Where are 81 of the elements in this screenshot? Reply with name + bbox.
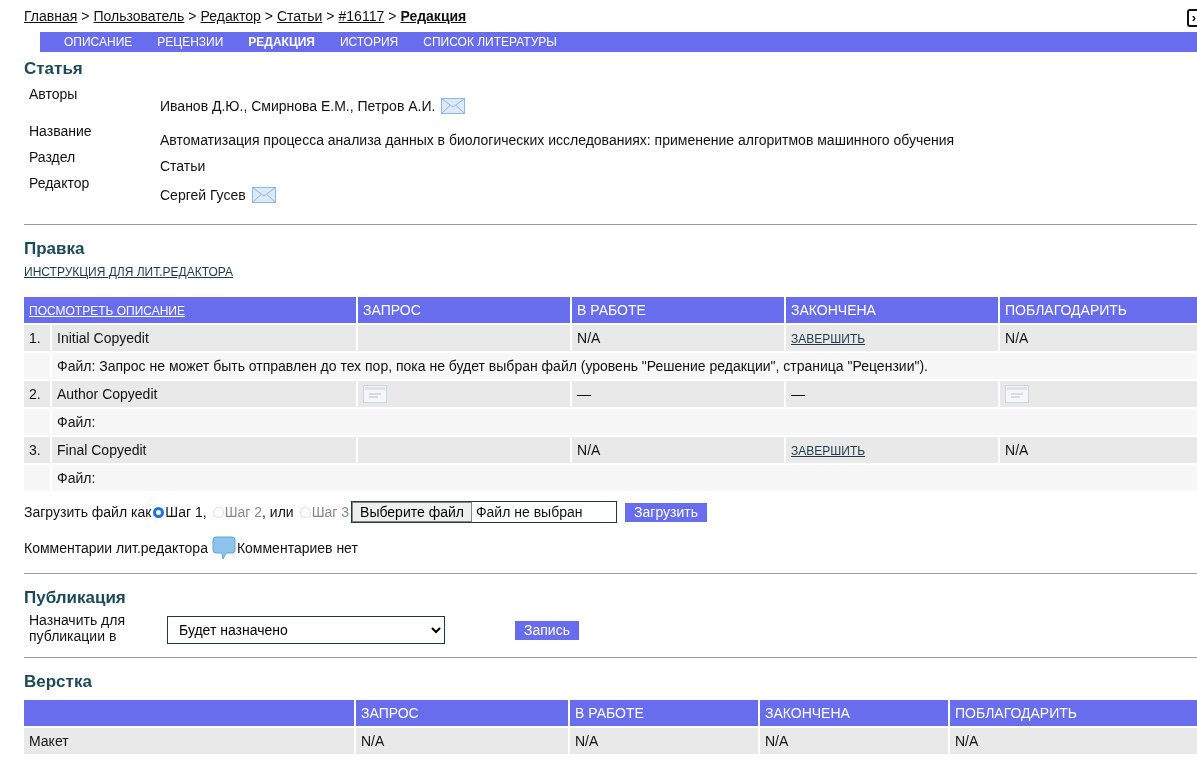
- tab[interactable]: ОПИСАНИЕ: [64, 35, 133, 49]
- option-separator: , или: [262, 504, 294, 520]
- upload-label: Загрузить файл как: [24, 504, 152, 520]
- table-cell: N/A: [577, 442, 601, 458]
- field-value: Сергей Гусев: [160, 187, 246, 203]
- section-heading: Верстка: [24, 672, 93, 692]
- field-label: Редактор: [29, 174, 91, 193]
- upload-button[interactable]: Загрузить: [625, 502, 707, 522]
- table-cell: —: [791, 386, 805, 402]
- row-number: 3.: [24, 437, 50, 463]
- breadcrumb-separator: >: [326, 8, 335, 24]
- column-header: ЗАПРОС: [358, 297, 570, 323]
- row-number: 2.: [24, 381, 50, 407]
- section-heading: Правка: [24, 239, 86, 259]
- column-header: ЗАКОНЧЕНА: [760, 700, 948, 726]
- breadcrumb-separator: >: [388, 8, 397, 24]
- column-header: В РАБОТЕ: [572, 297, 784, 323]
- field-label: Назначить для публикации в: [29, 612, 126, 644]
- save-button[interactable]: Запись: [515, 620, 579, 640]
- breadcrumb-separator: >: [188, 8, 197, 24]
- file-note: Файл: Запрос не может быть отправлен до тех пор, пока не будет выбран файл (уровень "Решение редакции", страница "Рецензии").: [57, 358, 928, 374]
- breadcrumb-link[interactable]: Редакция: [400, 8, 467, 24]
- issue-dropdown[interactable]: Будет назначено: [167, 616, 445, 644]
- complete-link[interactable]: ЗАВЕРШИТЬ: [791, 444, 866, 458]
- tab[interactable]: СПИСОК ЛИТЕРАТУРЫ: [423, 35, 557, 49]
- field-label: Авторы: [29, 85, 79, 104]
- table-cell: Final Copyedit: [52, 437, 356, 463]
- column-header: ПОБЛАГОДАРИТЬ: [1000, 297, 1197, 323]
- breadcrumb-link[interactable]: Главная: [24, 8, 78, 24]
- table-cell: —: [577, 386, 591, 402]
- field-value: Иванов Д.Ю., Смирнова Е.М., Петров А.И.: [160, 98, 436, 114]
- tab[interactable]: РЕЦЕНЗИИ: [157, 35, 224, 49]
- radio-button[interactable]: [153, 506, 165, 518]
- file-status: Файл не выбран: [474, 503, 584, 522]
- table-cell: N/A: [1005, 442, 1029, 458]
- breadcrumb-link[interactable]: Редактор: [200, 8, 261, 24]
- file-note: Файл:: [57, 414, 96, 430]
- field-label: Раздел: [29, 148, 77, 167]
- document-icon[interactable]: [1005, 385, 1029, 403]
- table-cell: Макет: [24, 728, 354, 754]
- radio-label: Шаг 3: [311, 504, 350, 520]
- table-cell: N/A: [577, 330, 601, 346]
- expand-button[interactable]: ›: [1187, 9, 1197, 27]
- option-separator: ,: [202, 504, 207, 520]
- table-cell: N/A: [1005, 330, 1029, 346]
- column-header: В РАБОТЕ: [570, 700, 758, 726]
- tab[interactable]: ИСТОРИЯ: [339, 35, 399, 49]
- instructions-link[interactable]: ИНСТРУКЦИЯ ДЛЯ ЛИТ.РЕДАКТОРА: [24, 265, 1197, 279]
- breadcrumb-separator: >: [264, 8, 273, 24]
- complete-link[interactable]: ЗАВЕРШИТЬ: [791, 332, 866, 346]
- section-heading: Статья: [24, 59, 84, 79]
- table-cell: N/A: [760, 728, 948, 754]
- radio-label: Шаг 1: [165, 504, 203, 520]
- row-number: 1.: [24, 325, 50, 351]
- file-note: Файл:: [57, 470, 96, 486]
- breadcrumb-link[interactable]: Пользователь: [93, 8, 185, 24]
- field-value: Статьи: [160, 158, 206, 174]
- view-description-link[interactable]: ПОСМОТРЕТЬ ОПИСАНИЕ: [29, 304, 185, 318]
- breadcrumb-link[interactable]: #16117: [338, 8, 385, 24]
- envelope-icon[interactable]: [251, 187, 276, 203]
- table-cell: N/A: [950, 728, 1197, 754]
- breadcrumb-separator: >: [81, 8, 90, 24]
- breadcrumb-link[interactable]: Статьи: [277, 8, 323, 24]
- table-cell: N/A: [356, 728, 568, 754]
- column-header: ЗАПРОС: [356, 700, 568, 726]
- comments-status: Комментариев нет: [236, 540, 358, 556]
- table-cell: Author Copyedit: [52, 381, 356, 407]
- choose-file-button[interactable]: Выберите файл: [352, 502, 472, 522]
- comments-label: Комментарии лит.редактора: [24, 540, 208, 556]
- column-header: ПОБЛАГОДАРИТЬ: [950, 700, 1197, 726]
- table-cell: Initial Copyedit: [52, 325, 356, 351]
- speech-bubble-icon[interactable]: [211, 536, 236, 560]
- table-cell: N/A: [570, 728, 758, 754]
- file-field[interactable]: Выберите файл Файл не выбран: [351, 501, 618, 523]
- document-icon[interactable]: [363, 385, 387, 403]
- tab[interactable]: РЕДАКЦИЯ: [248, 35, 315, 49]
- envelope-icon[interactable]: [441, 98, 466, 114]
- section-heading: Публикация: [24, 588, 127, 608]
- column-header: ЗАКОНЧЕНА: [786, 297, 998, 323]
- field-value: Автоматизация процесса анализа данных в биологических исследованиях: применение алгоритмов машинного обучения: [160, 132, 955, 148]
- field-label: Название: [29, 122, 93, 141]
